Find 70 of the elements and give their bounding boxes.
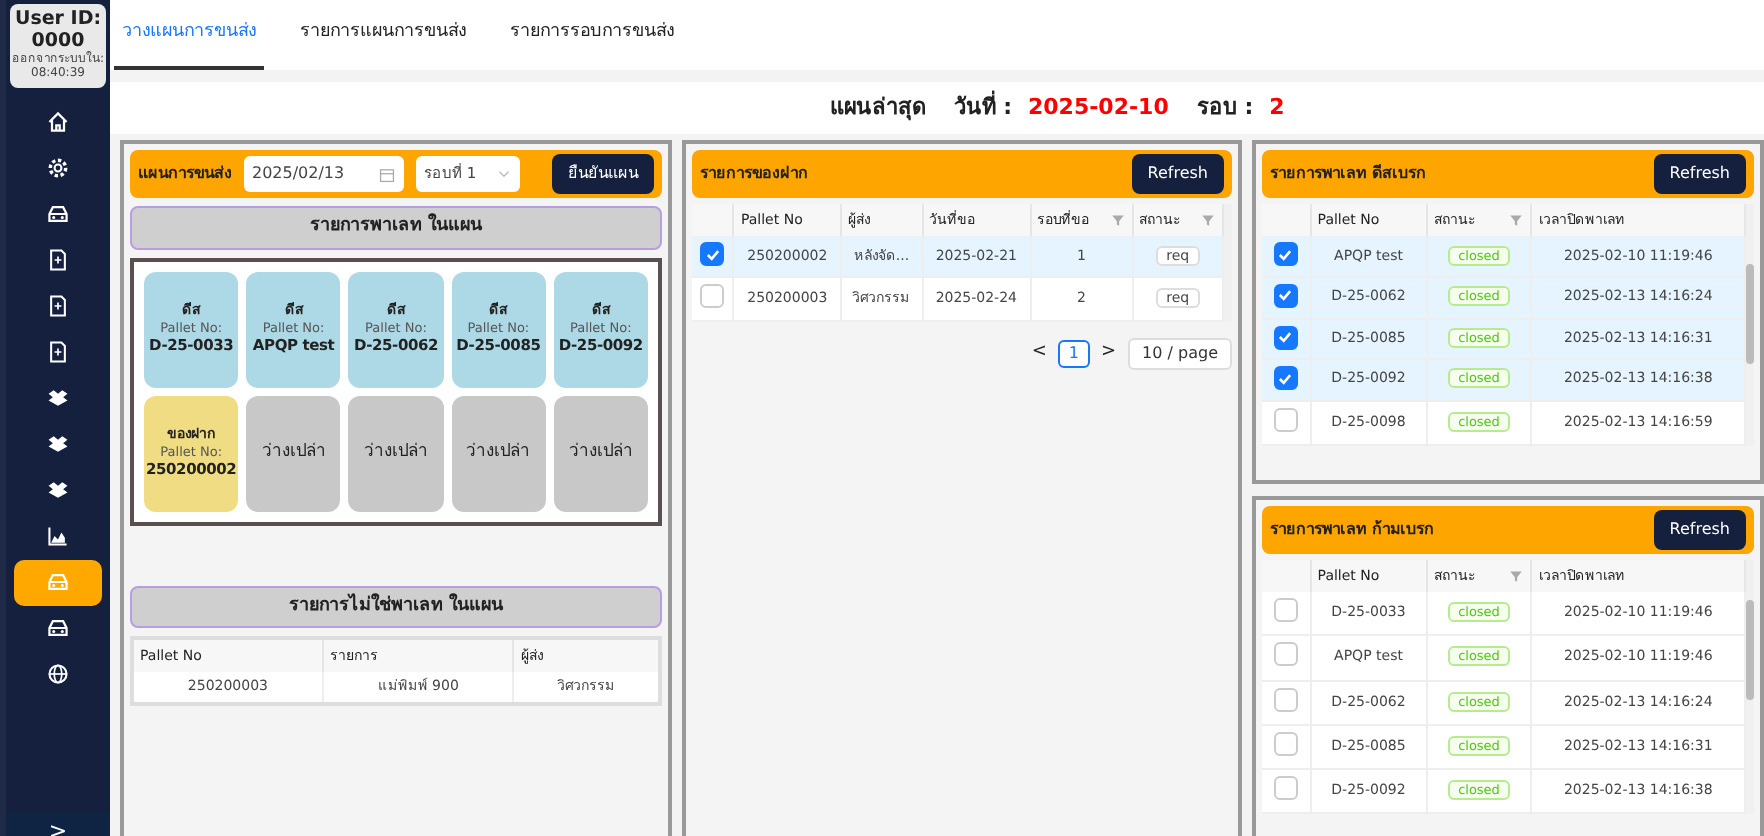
globe-icon (46, 662, 70, 687)
slot-label: ว่างเปล่า (261, 441, 326, 465)
checkbox[interactable] (1273, 642, 1298, 667)
checkbox[interactable] (1273, 598, 1298, 623)
checkbox[interactable] (1273, 687, 1298, 712)
tab[interactable]: รายการแผนการขนส่ง (292, 0, 474, 70)
latest-plan-date: 2025-02-10 (1027, 91, 1169, 124)
confirm-plan-button[interactable]: ยืนยันแผน (552, 154, 654, 194)
scrollbar-thumb[interactable] (1746, 600, 1754, 700)
checkbox[interactable] (700, 242, 725, 267)
document-icon (46, 248, 70, 273)
panel-title: รายการพาเลท ดีสเบรก (1270, 162, 1426, 186)
slot-label: ว่างเปล่า (466, 441, 531, 465)
box-icon (46, 386, 70, 411)
section-header: รายการไม่ใช่พาเลท ในแผน (130, 585, 662, 628)
checkbox[interactable] (1273, 731, 1298, 756)
refresh-button[interactable]: Refresh (1653, 510, 1746, 550)
check-icon (1276, 245, 1295, 264)
refresh-button[interactable]: Refresh (1653, 154, 1746, 194)
car-icon (46, 202, 70, 227)
round-label: รอบ : (1196, 91, 1254, 124)
slot-label: ว่างเปล่า (568, 441, 633, 465)
checkbox[interactable] (1273, 242, 1298, 267)
box-icon (46, 432, 70, 457)
slot-label: ว่างเปล่า (363, 441, 428, 465)
date-value: 2025/02/13 (252, 162, 345, 186)
expand-button[interactable]: > (6, 812, 110, 836)
latest-plan-round: 2 (1269, 91, 1285, 124)
filter-icon (1508, 568, 1525, 585)
checkbox[interactable] (1273, 325, 1298, 350)
chart-icon (46, 524, 70, 549)
user-id-label: User ID: (12, 10, 104, 32)
filter-icon (1200, 212, 1217, 229)
checkbox[interactable] (1273, 407, 1298, 432)
tab[interactable]: รายการรอบการขนส่ง (502, 0, 682, 70)
scrollbar-thumb[interactable] (1746, 264, 1754, 364)
check-icon (1276, 328, 1295, 347)
section-header: รายการพาเลท ในแผน (130, 206, 662, 249)
next-page-button[interactable]: > (1101, 340, 1117, 368)
latest-plan-label: แผนล่าสุด (829, 91, 926, 125)
home-icon (46, 110, 70, 135)
car-icon (46, 616, 70, 641)
checkbox[interactable] (1273, 283, 1298, 308)
panel-title: รายการพาเลท ก้ามเบรก (1270, 518, 1434, 542)
settings-icon (46, 156, 70, 181)
plan-label: แผนการขนส่ง (138, 162, 232, 186)
document-icon (46, 340, 70, 365)
checkbox[interactable] (700, 283, 725, 308)
tab[interactable]: วางแผนการขนส่ง (114, 0, 264, 70)
filter-icon (1109, 212, 1126, 229)
chevron-down-icon (496, 166, 512, 182)
user-id: 0000 (31, 31, 85, 52)
page-size-select[interactable]: 10 / page (1128, 338, 1232, 371)
date-label: วันที่ : (953, 91, 1012, 124)
date-field[interactable]: 2025/02/13 (244, 156, 404, 192)
car-icon (46, 570, 70, 595)
check-icon (703, 245, 722, 264)
checkbox[interactable] (1273, 775, 1298, 800)
checkbox[interactable] (1273, 366, 1298, 391)
page-button[interactable]: 1 (1058, 340, 1089, 369)
filter-icon (1508, 212, 1525, 229)
panel-title: รายการของฝาก (700, 162, 808, 186)
sidebar-item[interactable] (14, 559, 102, 606)
previous-page-button[interactable]: < (1031, 340, 1047, 368)
check-icon (1276, 286, 1295, 305)
box-icon (46, 478, 70, 503)
document-icon (46, 294, 70, 319)
refresh-button[interactable]: Refresh (1131, 154, 1224, 194)
check-icon (1276, 369, 1295, 388)
calendar-icon (378, 165, 396, 183)
